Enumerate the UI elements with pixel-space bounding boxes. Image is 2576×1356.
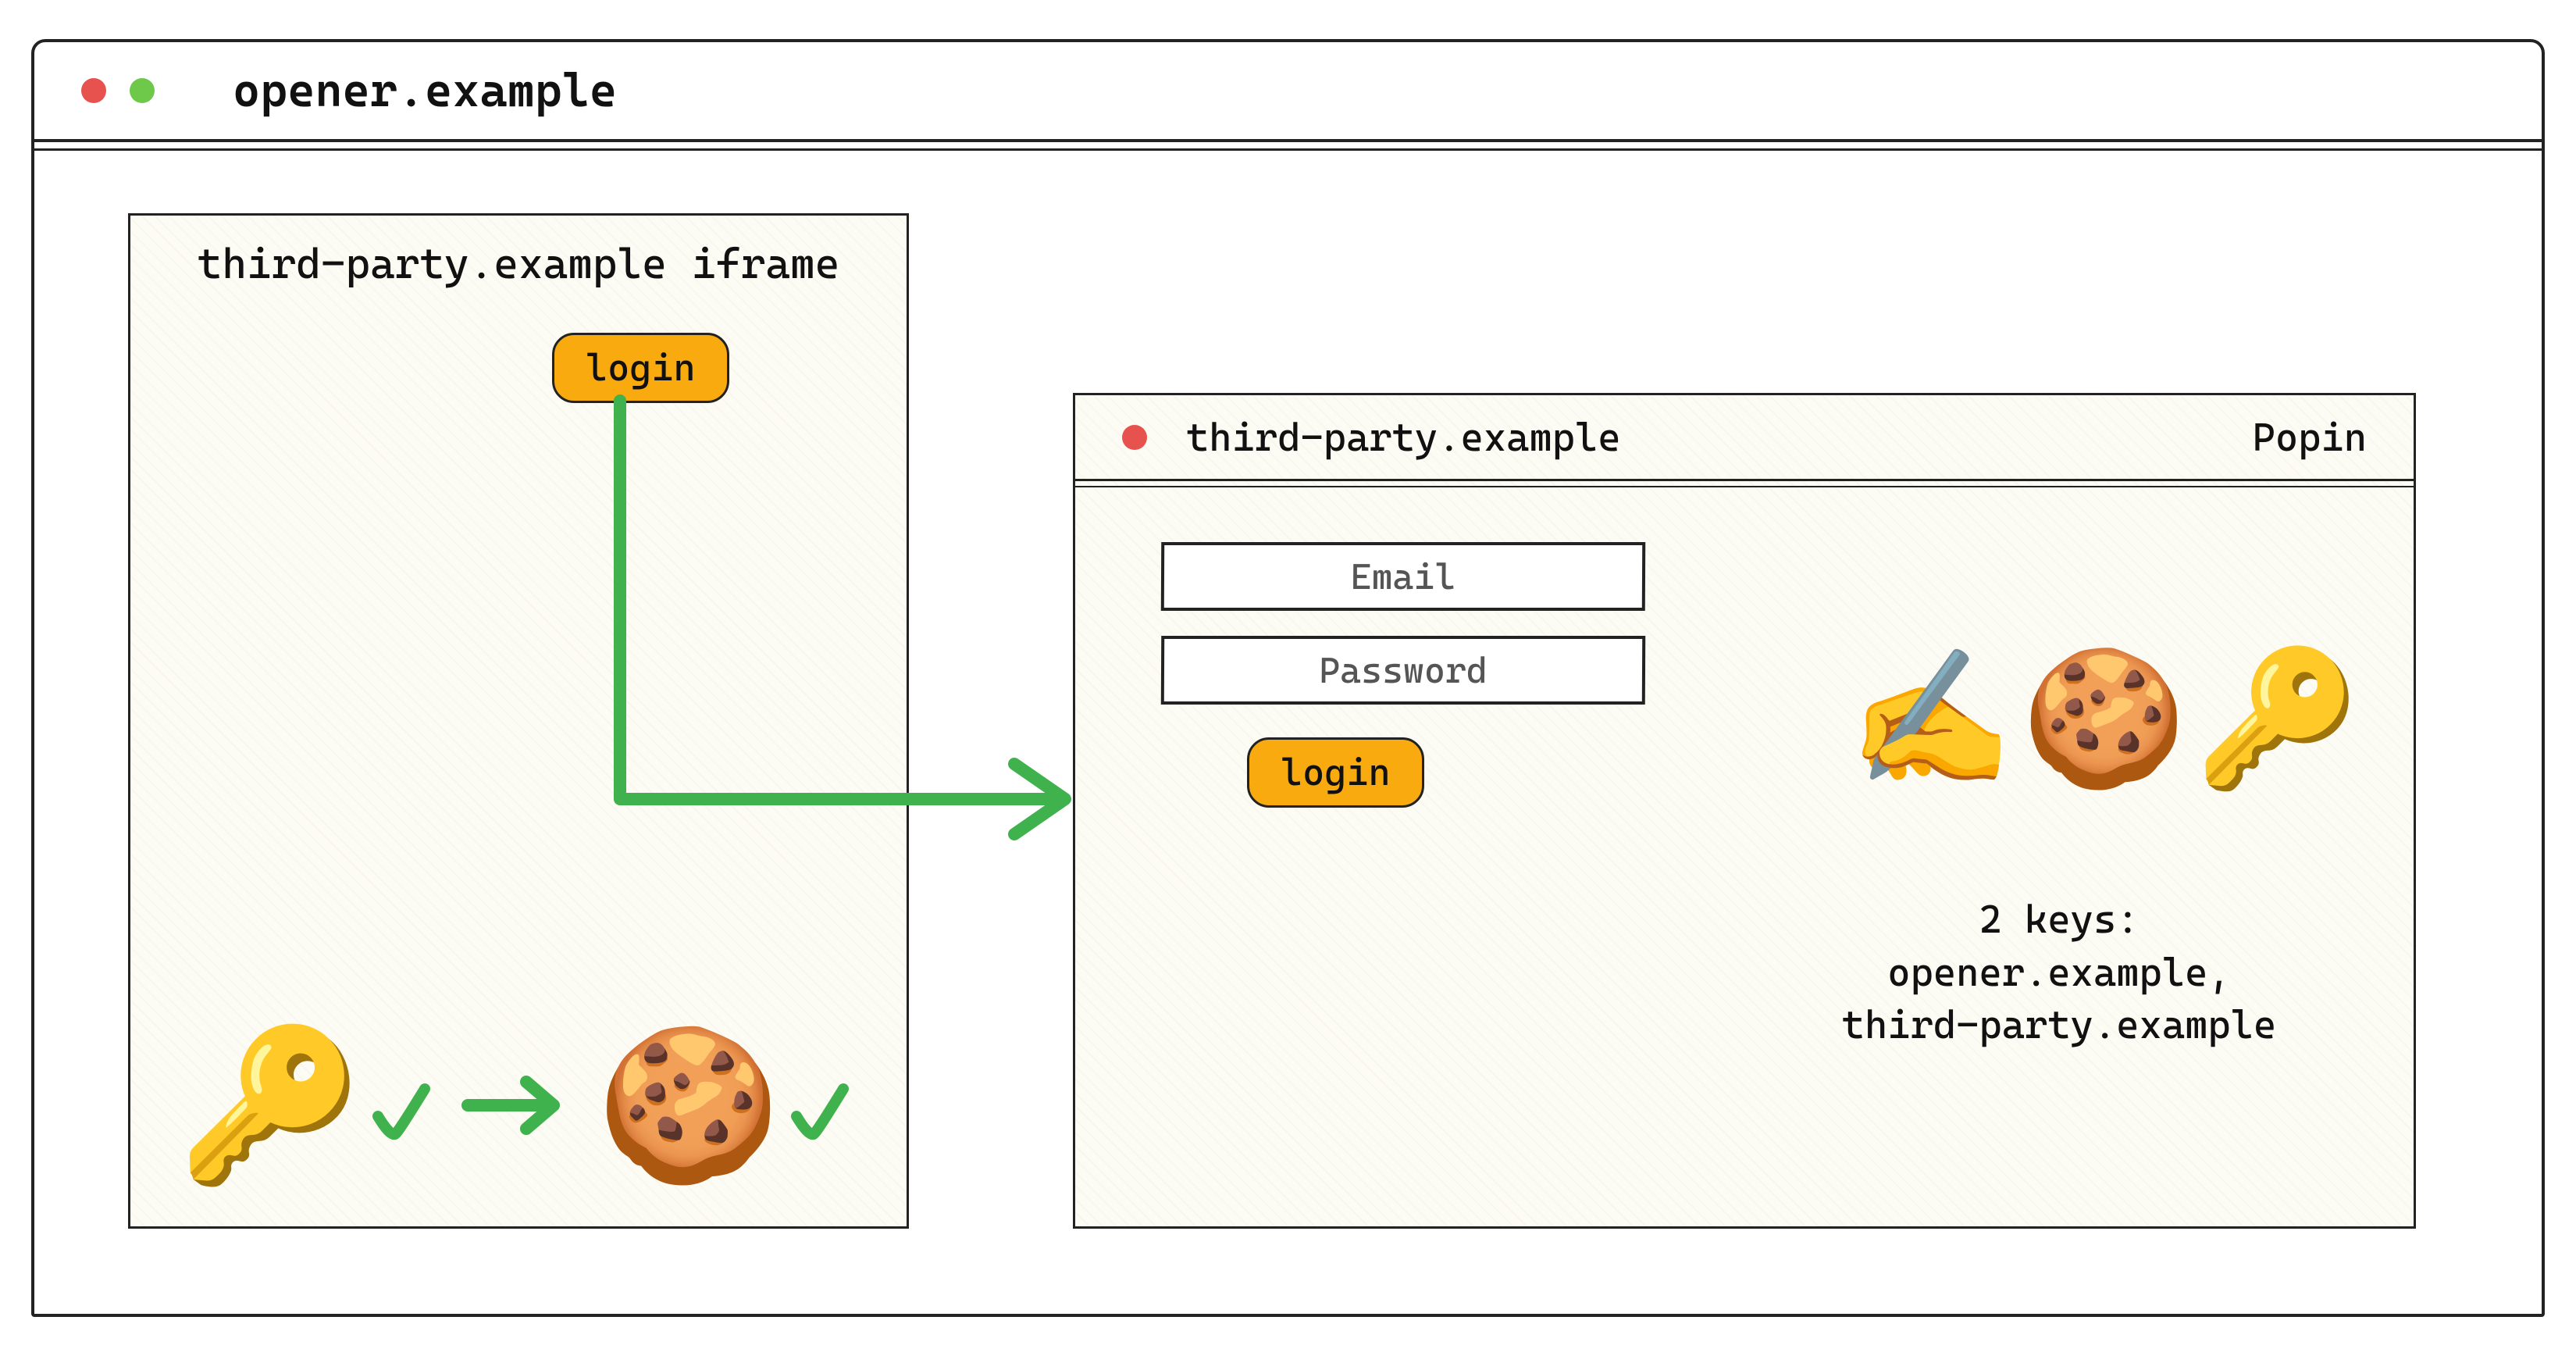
third-party-iframe: third-party.example iframe login 🔑 🍪 (128, 213, 909, 1229)
arrow-icon (460, 1058, 569, 1152)
browser-address-title: opener.example (233, 63, 617, 118)
popin-titlebar: third-party.example Popin (1075, 395, 2414, 481)
key-icon: 🔑 (2194, 651, 2360, 784)
check-icon (789, 1039, 851, 1172)
iframe-login-button[interactable]: login (552, 333, 729, 403)
write-icon: ✍️ (1848, 651, 2014, 784)
cookie-icon: 🍪 (2022, 651, 2187, 784)
popin-address-title: third-party.example (1186, 415, 1621, 460)
keys-heading: 2 keys: (1762, 894, 2356, 947)
iframe-status-row: 🔑 🍪 (177, 1031, 851, 1179)
popin-type-label: Popin (2253, 415, 2367, 460)
browser-content-area: third-party.example iframe login 🔑 🍪 (34, 151, 2542, 1313)
close-traffic-light[interactable] (81, 78, 106, 103)
popin-body: Email Password login ✍️ 🍪 🔑 2 keys: open… (1075, 487, 2414, 1225)
popin-close-traffic-light[interactable] (1122, 425, 1147, 450)
partition-keys-text: 2 keys: opener.example, third-party.exam… (1762, 894, 2356, 1052)
popin-window: third-party.example Popin Email Password… (1073, 393, 2416, 1229)
keys-line-1: opener.example, (1762, 947, 2356, 1000)
password-field[interactable]: Password (1161, 636, 1645, 705)
check-icon (370, 1039, 433, 1172)
key-icon: 🔑 (177, 1031, 362, 1179)
email-field[interactable]: Email (1161, 542, 1645, 611)
maximize-traffic-light[interactable] (130, 78, 155, 103)
cookie-icon: 🍪 (597, 1031, 782, 1179)
opener-browser-window: opener.example third-party.example ifram… (31, 39, 2545, 1317)
iframe-title: third-party.example iframe (130, 239, 907, 288)
popin-action-icons: ✍️ 🍪 🔑 (1848, 651, 2360, 784)
popin-login-button[interactable]: login (1247, 737, 1424, 808)
browser-titlebar: opener.example (34, 42, 2542, 142)
keys-line-2: third-party.example (1762, 999, 2356, 1052)
